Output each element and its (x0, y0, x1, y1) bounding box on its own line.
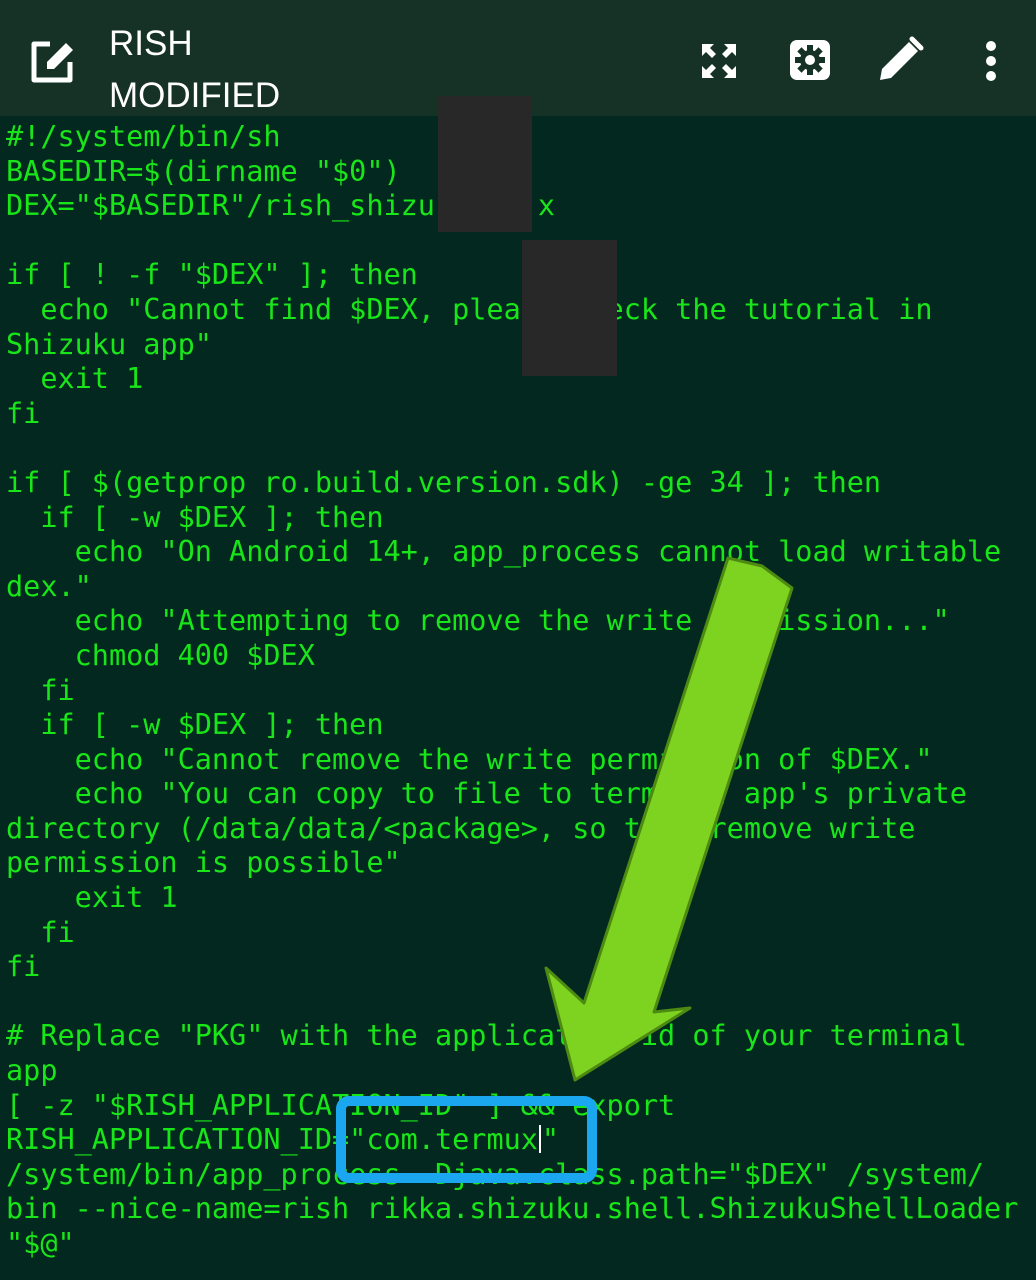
code-line: [ -z "$RISH_APPLICATION_ID" ] && export (6, 1088, 676, 1122)
redaction-block (438, 96, 532, 232)
code-line: "$@" (6, 1227, 75, 1260)
redaction-block (522, 240, 617, 376)
edit-square-icon[interactable] (28, 38, 80, 84)
code-line: dex." (6, 569, 92, 603)
rish-id-value: "com.termux (349, 1123, 538, 1157)
code-line: fi (6, 950, 41, 984)
code-line: permission is possible" (6, 846, 401, 880)
code-line: echo "Attempting to remove the write per… (6, 604, 950, 638)
code-line: fi (6, 915, 75, 949)
code-line: echo "Cannot remove the write permission… (6, 742, 933, 776)
code-text[interactable]: #!/system/bin/sh BASEDIR=$(dirname "$0") D… (6, 120, 1018, 1262)
file-title: RISH (109, 24, 193, 63)
rish-id-suffix: " (541, 1123, 560, 1157)
code-line: directory (/data/data/<package>, so that… (6, 811, 916, 845)
pencil-icon[interactable] (876, 36, 924, 84)
code-line: if [ -w $DEX ]; then (6, 708, 384, 742)
fullscreen-icon[interactable] (700, 42, 738, 80)
settings-icon[interactable] (788, 38, 832, 82)
code-line: fi (6, 673, 75, 707)
code-line: exit 1 (6, 881, 178, 915)
code-line: # Replace "PKG" with the application id … (6, 1019, 967, 1053)
code-line: Shizuku app" (6, 327, 212, 361)
code-line: fi (6, 396, 41, 430)
code-line: if [ -w $DEX ]; then (6, 500, 384, 534)
code-line: bin --nice-name=rish rikka.shizuku.shell… (6, 1192, 1019, 1226)
file-status: MODIFIED (109, 76, 281, 115)
more-vert-icon[interactable] (982, 40, 1000, 82)
code-line: if [ ! -f "$DEX" ]; then (6, 258, 418, 292)
code-line: exit 1 (6, 362, 144, 396)
code-line-cursor: RISH_APPLICATION_ID="com.termux " (6, 1123, 1018, 1158)
code-line: echo "On Android 14+, app_process cannot… (6, 535, 1002, 569)
rish-id-prefix: RISH_APPLICATION_ID= (6, 1123, 350, 1157)
code-line: if [ $(getprop ro.build.version.sdk) -ge… (6, 465, 882, 499)
title-block: RISH MODIFIED (109, 18, 280, 122)
code-line: echo "Cannot find $DEX, plea eck the tut… (6, 292, 933, 326)
text-cursor (538, 1125, 541, 1154)
code-editor[interactable]: #!/system/bin/sh BASEDIR=$(dirname "$0") D… (0, 116, 1036, 1280)
code-line: chmod 400 $DEX (6, 638, 315, 672)
code-line: echo "You can copy to file to terminal a… (6, 777, 967, 811)
code-line: /system/bin/app_process -Djava.class.pat… (6, 1157, 985, 1191)
code-line: app (6, 1054, 58, 1088)
